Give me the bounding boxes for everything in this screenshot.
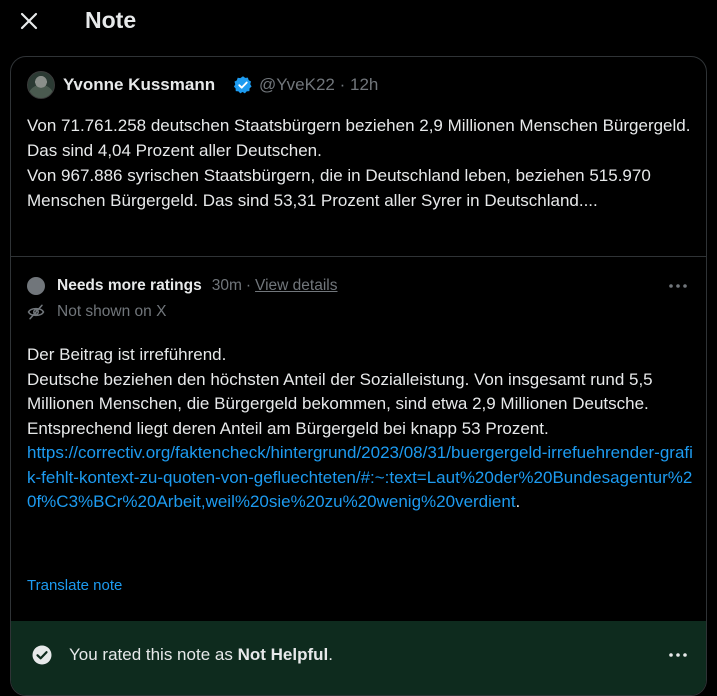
note-separator: · (245, 277, 252, 294)
more-horizontal-icon (669, 653, 687, 657)
eye-off-icon (27, 304, 45, 320)
view-details-link[interactable]: View details (255, 277, 337, 295)
note-body-text: Der Beitrag ist irreführend. Deutsche be… (27, 345, 653, 438)
rating-text: You rated this note as Not Helpful. (69, 643, 333, 667)
status-dot-icon (27, 277, 45, 295)
note-time: 30m (211, 277, 242, 294)
check-circle-icon (32, 645, 52, 665)
not-shown-label: Not shown on X (57, 303, 167, 320)
rating-prefix: You rated this note as (69, 645, 238, 664)
more-horizontal-icon (669, 284, 687, 288)
author-handle[interactable]: @YveK22 (259, 75, 335, 94)
translate-note-link[interactable]: Translate note (27, 577, 122, 594)
note-status-row: Needs more ratings 30m · View details (27, 275, 337, 297)
not-shown-row: Not shown on X (27, 301, 166, 323)
rating-suffix: . (328, 645, 333, 664)
page-title: Note (85, 7, 137, 33)
note-body: Der Beitrag ist irreführend. Deutsche be… (27, 343, 697, 515)
note-card: Yvonne Kussmann @YveK22 · 12h Von 71.761… (10, 56, 707, 696)
post-time[interactable]: 12h (350, 75, 378, 94)
note-more-button[interactable] (666, 277, 690, 295)
source-link[interactable]: https://correctiv.org/faktencheck/hinter… (27, 443, 693, 511)
close-icon (20, 12, 38, 30)
handle-separator: · (339, 75, 346, 94)
avatar[interactable] (27, 71, 55, 99)
author-handle-and-time[interactable]: @YveK22 · 12h (259, 74, 378, 96)
rating-value: Not Helpful (237, 645, 329, 664)
verified-badge-icon (233, 76, 252, 94)
top-bar: Note (0, 0, 717, 44)
author-name[interactable]: Yvonne Kussmann (63, 74, 215, 96)
note-status-label: Needs more ratings (57, 277, 202, 294)
rating-more-button[interactable] (668, 645, 688, 663)
quoted-post[interactable]: Yvonne Kussmann @YveK22 · 12h Von 71.761… (11, 57, 706, 257)
link-suffix: . (515, 492, 521, 511)
close-button[interactable] (14, 6, 44, 36)
post-text: Von 71.761.258 deutschen Staatsbürgern b… (27, 116, 691, 210)
